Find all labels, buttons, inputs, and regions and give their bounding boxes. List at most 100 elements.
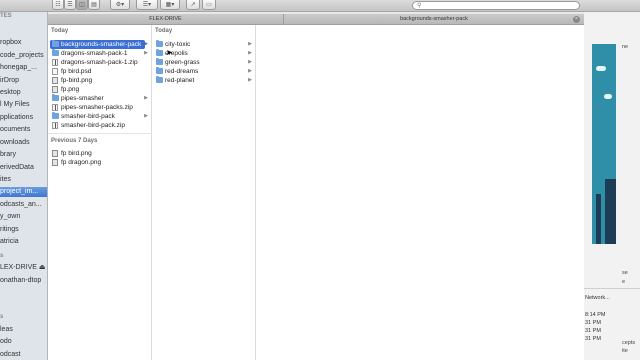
- list-item[interactable]: pipes-smasher: [50, 94, 104, 103]
- psd-file-icon: [52, 68, 58, 75]
- game-background-image: [592, 44, 616, 244]
- column-browser: Today backgrounds-smasher-pack ▶ dragons…: [48, 25, 584, 360]
- timestamp: 31 PM: [585, 336, 601, 342]
- tab-backgrounds-smasher-pack[interactable]: backgrounds-smasher-pack ×: [284, 14, 584, 25]
- folder-icon: [52, 94, 59, 101]
- sidebar-item-desktop[interactable]: esktop: [0, 88, 47, 98]
- sidebar-item-jonathan-dtop[interactable]: onathan-dtop: [0, 276, 47, 286]
- edit-tags-button[interactable]: ▭: [202, 0, 216, 10]
- folder-icon: [52, 40, 59, 47]
- group-header-today: Today: [155, 28, 173, 34]
- sidebar-item-project-im[interactable]: project_im...: [0, 187, 47, 197]
- cloud-shape: [604, 94, 612, 99]
- arrange-icon: ☰▾: [142, 2, 152, 8]
- sidebar-item-all-my-files[interactable]: l My Files: [0, 100, 47, 110]
- view-list-button[interactable]: ☰: [64, 0, 76, 10]
- chevron-right-icon: ▶: [248, 59, 252, 65]
- share-button[interactable]: ↗: [186, 0, 200, 10]
- view-icons-button[interactable]: ☷: [52, 0, 64, 10]
- layout-button[interactable]: ▦▾: [160, 0, 180, 10]
- close-tab-icon[interactable]: ×: [573, 16, 580, 23]
- sidebar-item-documents[interactable]: ocuments: [0, 125, 47, 135]
- timestamp: 8:14 PM: [585, 312, 606, 318]
- list-item[interactable]: dragons-smash-pack-1: [50, 49, 127, 58]
- view-columns-button[interactable]: ◫: [76, 0, 88, 10]
- zip-file-icon: [52, 59, 58, 66]
- share-icon: ↗: [190, 2, 196, 8]
- group-header-previous-7-days: Previous 7 Days: [51, 138, 98, 144]
- list-item[interactable]: fp bird.png: [50, 149, 92, 158]
- sidebar-item-library[interactable]: brary: [0, 150, 47, 160]
- list-item[interactable]: smasher-bird-pack: [50, 112, 115, 121]
- tower-shape: [605, 179, 616, 244]
- zip-file-icon: [52, 122, 58, 129]
- column-3-empty: [256, 25, 584, 360]
- list-item[interactable]: fp bird.psd: [50, 67, 91, 76]
- side-text: e: [622, 279, 626, 285]
- search-field[interactable]: ⚲: [412, 1, 580, 10]
- list-item[interactable]: fp-bird.png: [50, 76, 92, 85]
- sidebar-item-writings[interactable]: ritings: [0, 225, 47, 235]
- image-file-icon: [52, 86, 58, 93]
- sidebar-item-phonegap[interactable]: honegap_...: [0, 63, 47, 73]
- sidebar-item-code-projects[interactable]: code_projects: [0, 51, 47, 61]
- sidebar-item-podcasts[interactable]: odcasts_an...: [0, 200, 47, 210]
- image-file-icon: [52, 159, 58, 166]
- chevron-right-icon: ▶: [248, 68, 252, 74]
- sidebar-item-dropbox[interactable]: ropbox: [0, 38, 47, 48]
- image-file-icon: [52, 150, 58, 157]
- divider: [584, 288, 640, 289]
- arrange-button[interactable]: ☰▾: [136, 0, 158, 10]
- list-item[interactable]: fp dragon.png: [50, 158, 101, 167]
- image-file-icon: [52, 77, 58, 84]
- sidebar-header-devices: s: [0, 253, 4, 259]
- sidebar-header-tags: s: [0, 314, 4, 320]
- chevron-right-icon: ▶: [144, 41, 148, 47]
- folder-icon: [156, 76, 163, 83]
- side-text: cepts: [622, 340, 636, 346]
- view-coverflow-button[interactable]: ▤: [88, 0, 100, 10]
- action-button[interactable]: ⚙▾: [110, 0, 130, 10]
- sidebar-item-ideas[interactable]: leas: [0, 325, 47, 335]
- chevron-right-icon: ▶: [144, 95, 148, 101]
- list-item[interactable]: smasher-bird-pack.zip: [50, 121, 125, 130]
- folder-icon: [156, 49, 163, 56]
- sidebar-item-sites[interactable]: ites: [0, 175, 47, 185]
- list-item[interactable]: fp.png: [50, 85, 79, 94]
- sidebar-item-deriveddata[interactable]: erivedData: [0, 163, 47, 173]
- sidebar-item-flex-drive[interactable]: LEX-DRIVE ⏏: [0, 263, 47, 273]
- tag-icon: ▭: [206, 2, 212, 8]
- list-item[interactable]: dragons-smash-pack-1.zip: [50, 58, 138, 67]
- tab-flex-drive[interactable]: FLEX-DRIVE: [48, 14, 284, 25]
- chevron-right-icon: ▶: [144, 113, 148, 119]
- sidebar-item-downloads[interactable]: ownloads: [0, 138, 47, 148]
- sidebar-item-applications[interactable]: pplications: [0, 113, 47, 123]
- column-2: Today city-toxic ▶ erepolis ▶ green-gras…: [152, 25, 256, 360]
- chevron-right-icon: ▶: [248, 77, 252, 83]
- group-divider: [48, 133, 152, 134]
- sidebar-item-airdrop[interactable]: irDrop: [0, 76, 47, 86]
- list-item[interactable]: red-planet: [154, 76, 194, 85]
- chevron-right-icon: ▶: [248, 41, 252, 47]
- column-1: Today backgrounds-smasher-pack ▶ dragons…: [48, 25, 152, 360]
- sidebar-item-my-own[interactable]: y_own: [0, 212, 47, 222]
- sidebar-item-todo[interactable]: odo: [0, 337, 47, 347]
- folder-icon: [156, 40, 163, 47]
- list-item[interactable]: pipes-smasher-packs.zip: [50, 103, 133, 112]
- grid-icon: ▦▾: [165, 2, 175, 8]
- sidebar-item-patricia[interactable]: atricia: [0, 237, 47, 247]
- mouse-cursor-icon: ➤: [166, 48, 173, 57]
- folder-icon: [156, 67, 163, 74]
- list-item[interactable]: backgrounds-smasher-pack: [50, 40, 146, 49]
- list-item[interactable]: green-grass: [154, 58, 200, 67]
- tab-bar: FLEX-DRIVE backgrounds-smasher-pack ×: [48, 14, 584, 25]
- chevron-right-icon: ▶: [144, 50, 148, 56]
- timestamp: 31 PM: [585, 328, 601, 334]
- sidebar-item-podcast[interactable]: odcast: [0, 350, 47, 360]
- list-item[interactable]: red-dreams: [154, 67, 198, 76]
- network-label: Network...: [585, 295, 610, 301]
- folder-icon: [52, 49, 59, 56]
- cloud-shape: [596, 66, 606, 71]
- folder-icon: [156, 58, 163, 65]
- timestamp: 31 PM: [585, 320, 601, 326]
